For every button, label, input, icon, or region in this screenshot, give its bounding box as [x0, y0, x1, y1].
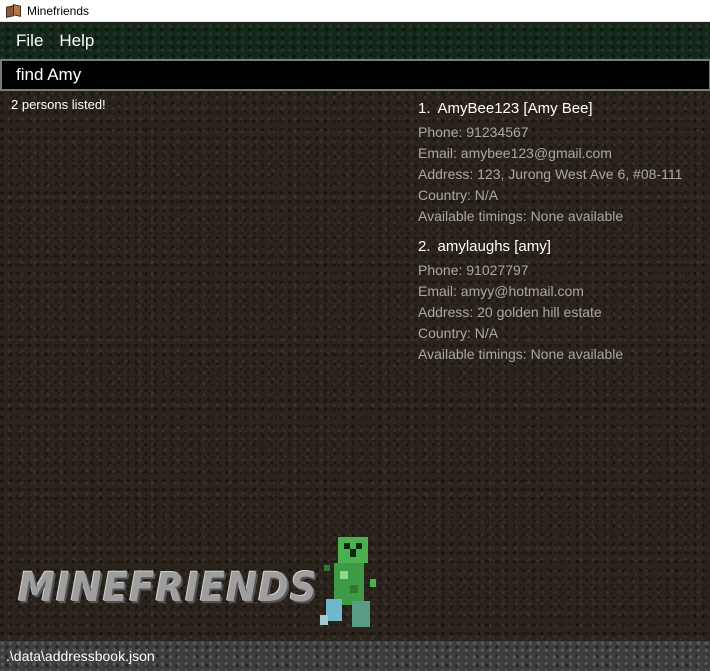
result-display: 2 persons listed! [11, 97, 106, 112]
person-name: AmyBee123 [Amy Bee] [437, 100, 593, 117]
person-card[interactable]: 2. amylaughs [amy] Phone: 91027797 Email:… [418, 238, 710, 365]
creeper-icon [318, 535, 380, 637]
command-input[interactable] [2, 61, 709, 89]
menu-help[interactable]: Help [51, 27, 102, 55]
command-box [0, 59, 710, 91]
person-card[interactable]: 1. AmyBee123 [Amy Bee] Phone: 91234567 Em… [418, 100, 710, 227]
person-phone: Phone: 91234567 [418, 124, 529, 140]
person-name-row: 1. AmyBee123 [Amy Bee] [418, 100, 710, 117]
menu-file[interactable]: File [8, 27, 51, 55]
menu-bar: File Help [0, 23, 710, 59]
save-location: .\data\addressbook.json [6, 648, 155, 664]
person-country: Country: N/A [418, 187, 499, 203]
person-index: 1. [418, 100, 431, 117]
person-country: Country: N/A [418, 325, 499, 341]
person-list[interactable]: 1. AmyBee123 [Amy Bee] Phone: 91234567 Em… [418, 100, 710, 376]
window-title: Minefriends [27, 3, 90, 18]
person-name-row: 2. amylaughs [amy] [418, 238, 710, 255]
minefriends-logo: MINEFRIENDS [18, 565, 318, 611]
person-address: Address: 123, Jurong West Ave 6, #08-111 [418, 166, 683, 182]
person-timings: Available timings: None available [418, 346, 624, 362]
person-index: 2. [418, 238, 431, 255]
window-titlebar: Minefriends [0, 0, 710, 22]
person-address: Address: 20 golden hill estate [418, 304, 602, 320]
main-panel: 2 persons listed! 1. AmyBee123 [Amy Bee] … [0, 91, 710, 641]
person-name: amylaughs [amy] [437, 238, 551, 255]
person-timings: Available timings: None available [418, 208, 624, 224]
person-phone: Phone: 91027797 [418, 262, 529, 278]
person-email: Email: amyy@hotmail.com [418, 283, 584, 299]
status-bar: .\data\addressbook.json [0, 641, 710, 671]
book-icon [6, 3, 22, 18]
person-email: Email: amybee123@gmail.com [418, 145, 612, 161]
